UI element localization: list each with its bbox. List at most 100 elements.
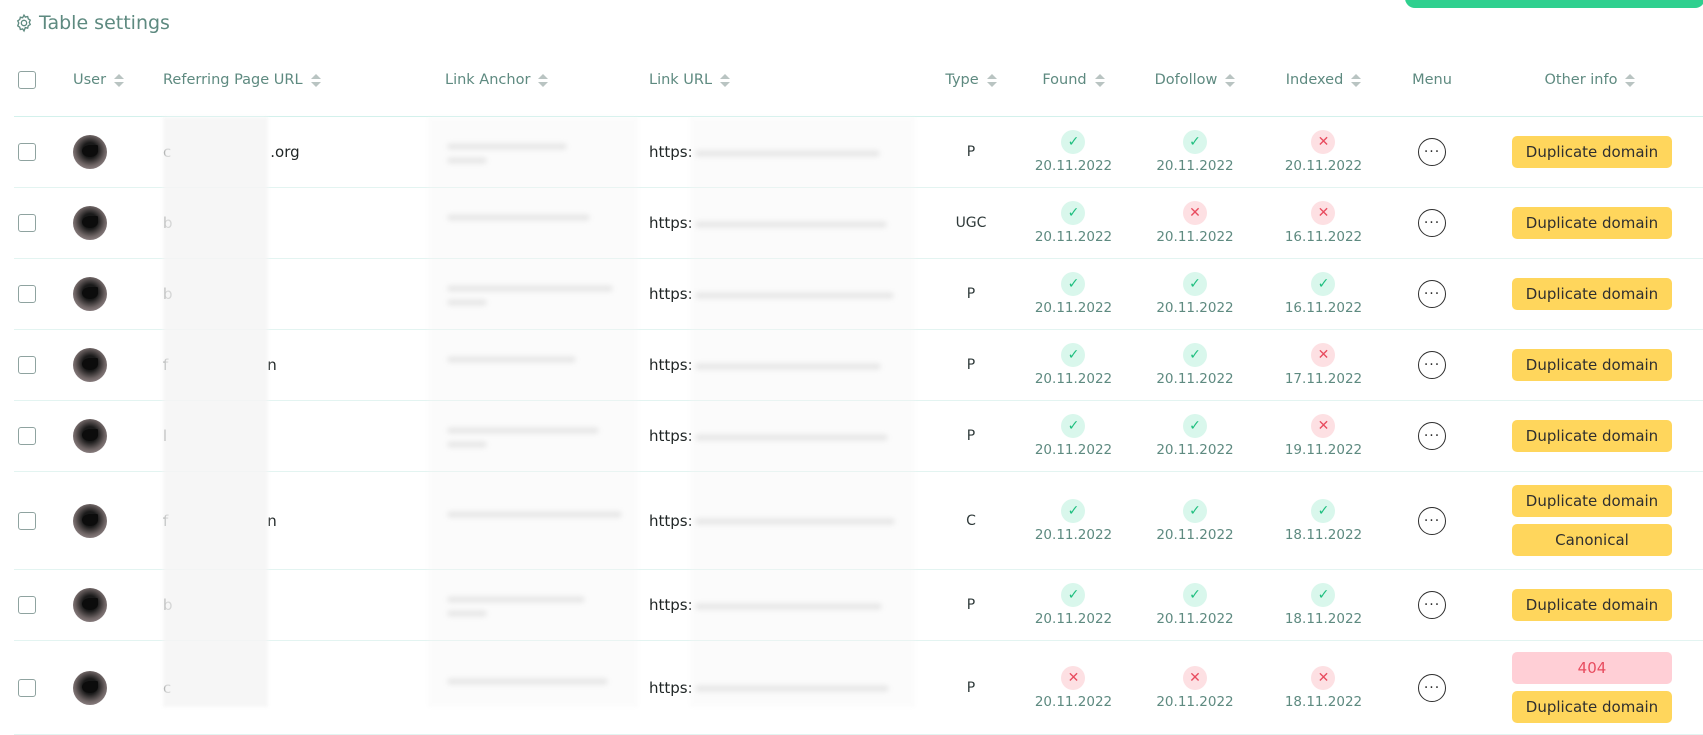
link-url-text[interactable]: https: [649,596,693,614]
status-date: 20.11.2022 [1156,229,1234,245]
indexed-cell: ✕ 18.11.2022 [1260,641,1387,734]
column-header-dofollow[interactable]: Dofollow [1130,58,1260,102]
sort-icon[interactable] [1094,73,1105,87]
status-date: 18.11.2022 [1284,611,1363,627]
select-cell [18,472,40,569]
check-icon: ✓ [1061,201,1086,225]
link-url-text[interactable]: https: [649,214,693,232]
status-badge[interactable]: Duplicate domain [1512,485,1672,517]
other-info-cell: Duplicate domain [1488,570,1692,640]
other-info-cell: Duplicate domain [1488,259,1692,329]
cross-icon: ✕ [1061,665,1086,690]
status-date: 20.11.2022 [1034,158,1113,174]
status-indicator: ✓ 16.11.2022 [1285,272,1362,316]
column-header-type[interactable]: Type [925,58,1017,102]
more-horizontal-icon[interactable]: ··· [1418,209,1446,237]
found-cell: ✓ 20.11.2022 [1017,330,1130,400]
referring-url-suffix[interactable]: n [267,356,277,374]
select-cell [18,570,40,640]
status-badge[interactable]: Duplicate domain [1512,589,1672,621]
status-badge[interactable]: Duplicate domain [1512,349,1672,381]
more-horizontal-icon[interactable]: ··· [1418,351,1446,379]
sort-icon[interactable] [986,73,997,87]
row-checkbox[interactable] [18,596,36,614]
status-indicator: ✕ 20.11.2022 [1285,130,1362,174]
check-icon: ✓ [1182,498,1207,523]
row-checkbox[interactable] [18,285,36,303]
more-horizontal-icon[interactable]: ··· [1418,138,1446,166]
status-badge[interactable]: Duplicate domain [1512,136,1672,168]
check-icon: ✓ [1061,130,1086,154]
row-checkbox[interactable] [18,214,36,232]
status-indicator: ✓ 20.11.2022 [1035,498,1112,543]
avatar [73,588,107,622]
status-date: 20.11.2022 [1034,300,1113,316]
table-settings-label: Table settings [39,12,170,34]
column-label: Type [945,72,979,88]
status-date: 20.11.2022 [1156,693,1234,710]
row-checkbox[interactable] [18,356,36,374]
link-url-text[interactable]: https: [649,143,693,161]
row-checkbox[interactable] [18,143,36,161]
more-horizontal-icon[interactable]: ··· [1418,506,1446,535]
link-url-text[interactable]: https: [649,356,693,374]
redaction-overlay [690,117,915,707]
status-badge[interactable]: Duplicate domain [1512,207,1672,239]
sort-icon[interactable] [1351,73,1362,87]
sort-icon[interactable] [310,73,321,87]
select-all-checkbox[interactable] [18,71,36,89]
status-indicator: ✓ 20.11.2022 [1035,414,1112,458]
status-indicator: ✕ 20.11.2022 [1035,665,1112,710]
column-header-other-info[interactable]: Other info [1488,58,1692,102]
more-horizontal-icon[interactable]: ··· [1418,422,1446,450]
table-settings-button[interactable]: Table settings [14,12,170,34]
referring-url-suffix[interactable]: n [267,512,277,530]
status-badge[interactable]: Duplicate domain [1512,691,1672,723]
sort-icon[interactable] [114,73,125,87]
column-header-link-anchor[interactable]: Link Anchor [445,58,640,102]
sort-icon[interactable] [538,73,549,87]
status-badge[interactable]: 404 [1512,652,1672,684]
cross-icon: ✕ [1311,130,1336,154]
menu-cell: ··· [1387,472,1477,569]
status-badge[interactable]: Canonical [1512,524,1672,556]
row-checkbox[interactable] [18,511,36,530]
column-header-indexed[interactable]: Indexed [1260,58,1387,102]
gear-icon [16,13,32,33]
status-date: 20.11.2022 [1034,611,1113,627]
column-label: User [73,72,107,88]
link-url-text[interactable]: https: [649,427,693,445]
column-label: Other info [1544,72,1618,88]
status-date: 16.11.2022 [1284,229,1363,245]
more-horizontal-icon[interactable]: ··· [1418,673,1446,702]
indexed-cell: ✕ 16.11.2022 [1260,188,1387,258]
select-all-cell [18,58,40,102]
column-header-referring-page-url[interactable]: Referring Page URL [163,58,428,102]
column-label: Link URL [649,72,713,88]
indexed-cell: ✓ 16.11.2022 [1260,259,1387,329]
more-horizontal-icon[interactable]: ··· [1418,591,1446,619]
sort-icon[interactable] [1225,73,1236,87]
status-date: 18.11.2022 [1284,693,1363,710]
more-horizontal-icon[interactable]: ··· [1418,280,1446,308]
user-cell [73,330,143,400]
status-date: 20.11.2022 [1156,371,1234,387]
avatar [73,348,107,382]
column-header-user[interactable]: User [73,58,143,102]
column-header-found[interactable]: Found [1017,58,1130,102]
top-action-bar[interactable] [1405,0,1703,8]
status-date: 20.11.2022 [1156,526,1234,543]
redaction-overlay [163,117,268,707]
row-checkbox[interactable] [18,427,36,445]
sort-icon[interactable] [1625,73,1636,87]
row-checkbox[interactable] [18,678,36,697]
link-url-text[interactable]: https: [649,679,693,697]
tag-list: Duplicate domain [1512,136,1672,168]
status-badge[interactable]: Duplicate domain [1512,278,1672,310]
status-badge[interactable]: Duplicate domain [1512,420,1672,452]
link-url-text[interactable]: https: [649,285,693,303]
link-url-text[interactable]: https: [649,512,693,530]
sort-icon[interactable] [720,73,731,87]
referring-url-suffix[interactable]: .org [270,143,299,161]
column-header-link-url[interactable]: Link URL [649,58,919,102]
